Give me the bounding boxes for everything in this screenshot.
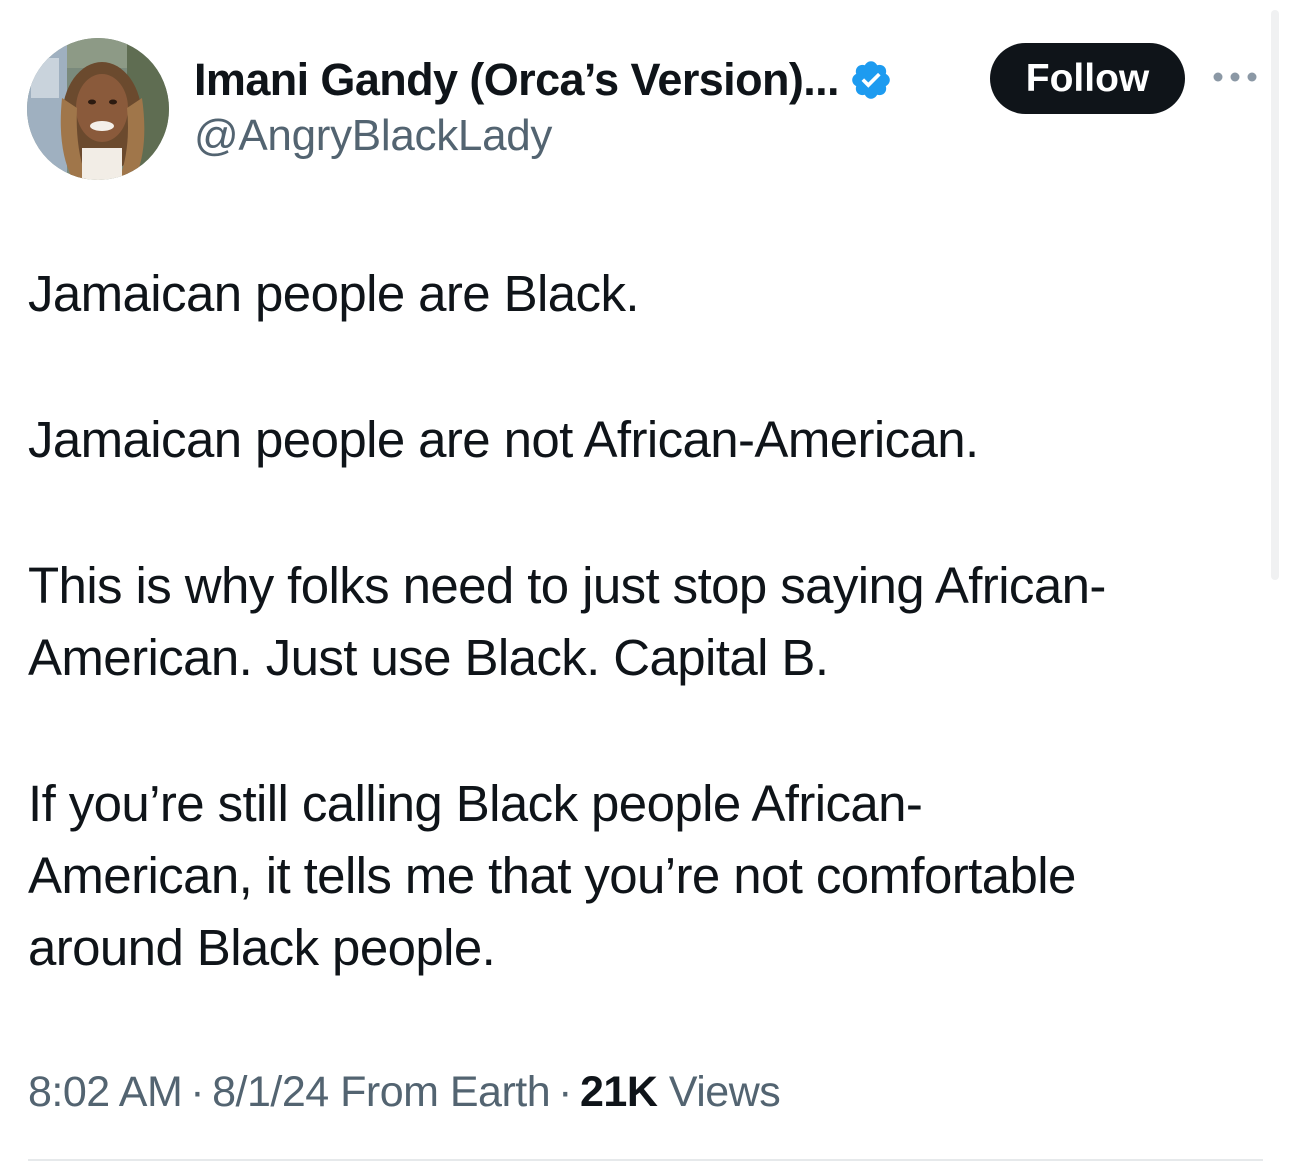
- meta-separator: ·: [558, 1068, 572, 1116]
- tweet-paragraph: If you’re still calling Black people Afr…: [28, 775, 1076, 976]
- views-count[interactable]: 21K: [580, 1068, 658, 1116]
- scrollbar[interactable]: [1271, 10, 1279, 580]
- author-name-row[interactable]: Imani Gandy (Orca’s Version)...: [194, 52, 893, 108]
- tweet-paragraph: Jamaican people are not African-American…: [28, 411, 979, 468]
- tweet-source: From Earth: [340, 1068, 551, 1116]
- tweet-text: Jamaican people are Black. Jamaican peop…: [28, 258, 1248, 984]
- tweet-date[interactable]: 8/1/24: [212, 1068, 329, 1116]
- more-options-button[interactable]: [1210, 62, 1260, 92]
- meta-separator: ·: [190, 1068, 205, 1116]
- views-label: Views: [668, 1068, 781, 1116]
- tweet-paragraph: Jamaican people are Black.: [28, 265, 640, 322]
- follow-button[interactable]: Follow: [990, 43, 1185, 114]
- tweet-time[interactable]: 8:02 AM: [28, 1068, 183, 1116]
- display-name[interactable]: Imani Gandy (Orca’s Version)...: [194, 54, 840, 106]
- ellipsis-icon: [1213, 72, 1257, 82]
- profile-photo-icon: [27, 38, 169, 180]
- avatar[interactable]: [27, 38, 169, 180]
- tweet-metadata: 8:02 AM · 8/1/24 From Earth · 21K Views: [28, 1068, 781, 1117]
- divider: [28, 1159, 1263, 1161]
- tweet-paragraph: This is why folks need to just stop sayi…: [28, 557, 1106, 686]
- user-handle[interactable]: @AngryBlackLady: [194, 111, 552, 161]
- verified-badge-icon: [852, 61, 890, 99]
